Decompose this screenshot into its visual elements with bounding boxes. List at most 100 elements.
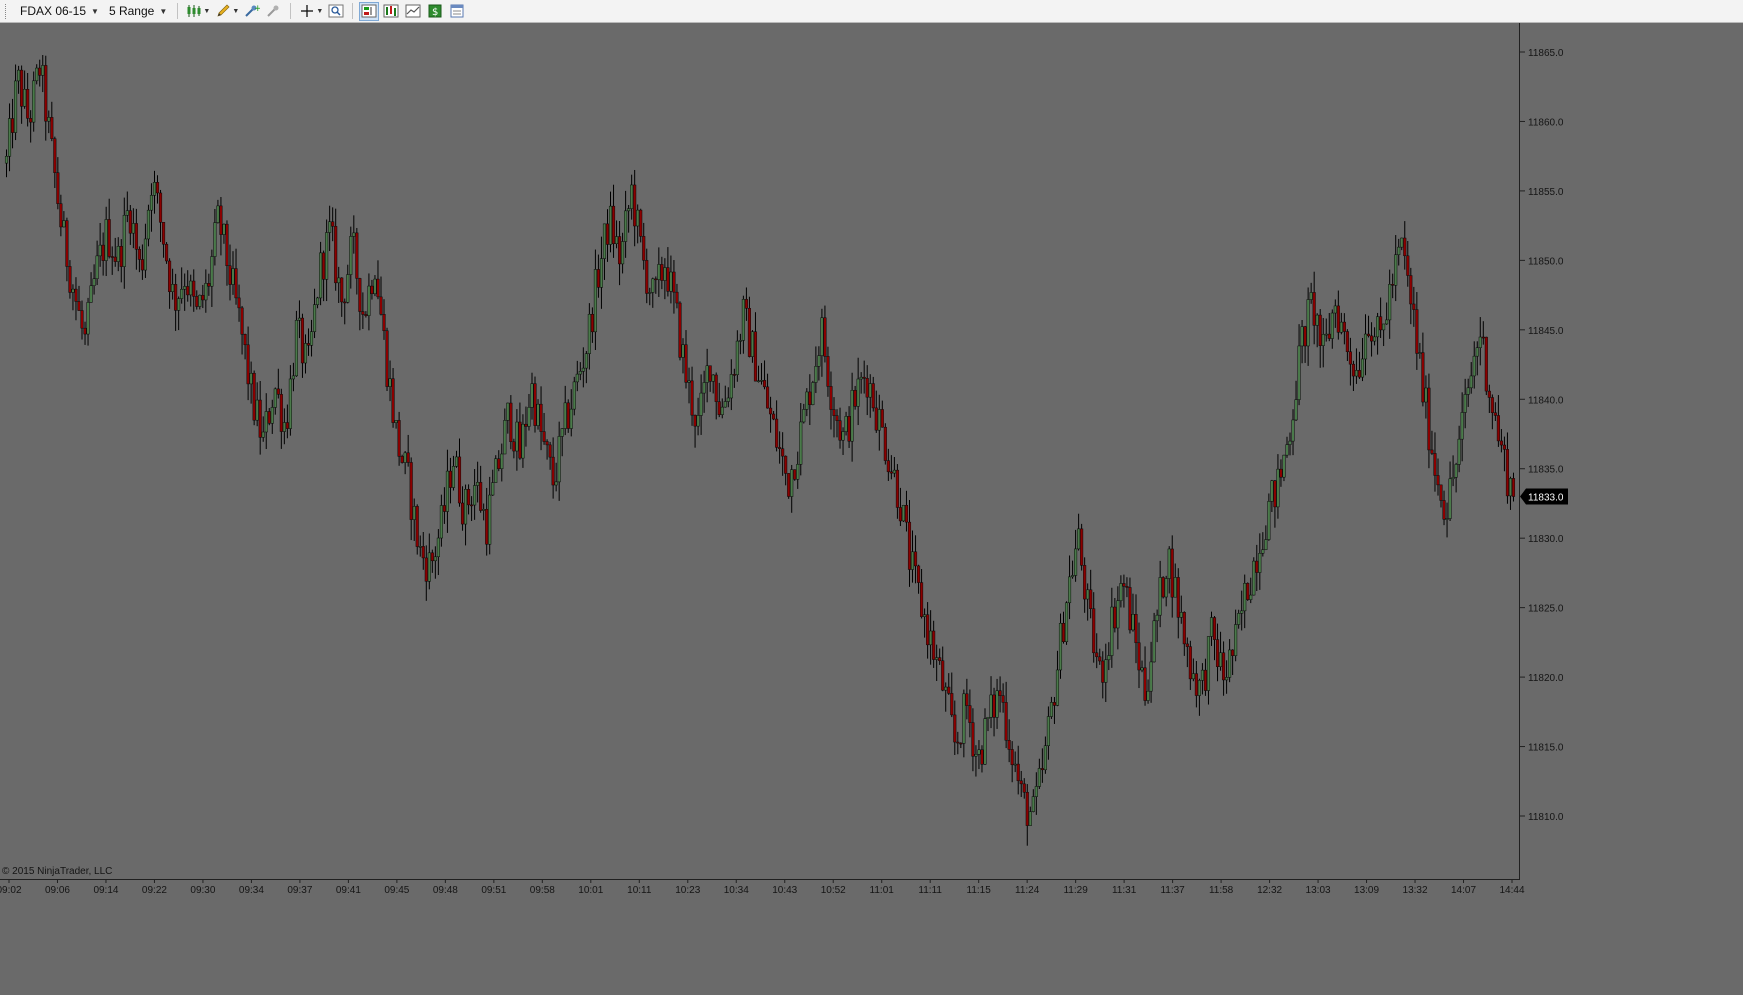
candle-down	[137, 249, 141, 260]
candle-up	[554, 481, 558, 486]
candle-up	[910, 551, 915, 570]
x-tick-label: 09:22	[142, 885, 167, 896]
candle-down	[762, 380, 767, 388]
candle-up	[811, 382, 815, 405]
candle-up	[1400, 237, 1404, 248]
candle-up	[488, 494, 492, 545]
candle-up	[587, 313, 591, 354]
y-tick-label: 11830.0	[1528, 534, 1564, 545]
x-tick-label: 09:34	[239, 885, 264, 896]
candle-up	[1376, 316, 1380, 338]
candle-down	[158, 192, 163, 223]
candle-down	[1215, 639, 1220, 667]
candle-up	[923, 614, 927, 617]
candle-up	[1508, 478, 1513, 497]
candle-down	[1406, 255, 1410, 276]
x-tick-label: 11:24	[1015, 885, 1040, 896]
candle-up	[989, 694, 993, 718]
candle-up	[536, 403, 540, 426]
candle-down	[708, 365, 712, 382]
candle-down	[886, 460, 890, 473]
candle-up	[1261, 549, 1265, 554]
candle-down	[101, 244, 105, 261]
candle-up	[814, 366, 818, 383]
candle-up	[1469, 375, 1473, 389]
candle-down	[512, 441, 516, 452]
candle-up	[699, 392, 703, 416]
candle-up	[844, 416, 848, 432]
candle-down	[228, 265, 232, 285]
x-tick-label: 09:14	[93, 885, 118, 896]
candle-up	[790, 469, 794, 497]
candle-down	[397, 420, 401, 457]
candle-down	[968, 705, 972, 723]
candle-down	[306, 343, 311, 346]
candle-down	[596, 269, 600, 288]
x-tick-label: 09:45	[384, 885, 409, 896]
candle-up	[651, 278, 655, 293]
candle-up	[1237, 613, 1241, 625]
candle-down	[889, 471, 893, 474]
x-tick-label: 10:43	[772, 885, 797, 896]
candle-up	[723, 401, 727, 408]
candle-down	[959, 742, 963, 745]
y-tick-label: 11820.0	[1528, 673, 1564, 684]
candle-down	[518, 421, 522, 459]
candle-down	[1004, 702, 1008, 741]
candle-up	[648, 292, 652, 294]
candle-down	[400, 456, 404, 463]
candle-up	[621, 241, 625, 265]
candle-down	[611, 205, 616, 245]
candle-down	[1098, 656, 1102, 662]
candle-up	[944, 686, 948, 691]
y-tick-label: 11860.0	[1528, 117, 1564, 128]
candle-up	[1043, 745, 1047, 771]
candle-up	[309, 331, 314, 346]
candle-down	[234, 268, 238, 299]
candle-down	[155, 182, 160, 194]
candle-up	[1288, 440, 1292, 445]
candle-up	[1330, 312, 1334, 339]
candle-up	[1460, 412, 1464, 440]
candle-up	[901, 505, 906, 522]
candle-down	[874, 407, 878, 431]
candle-down	[285, 422, 289, 429]
candle-down	[956, 741, 960, 744]
candle-up	[180, 288, 184, 299]
candle-down	[744, 299, 748, 309]
candle-down	[1303, 326, 1307, 347]
candle-up	[892, 469, 896, 474]
candle-down	[358, 278, 362, 312]
candle-down	[907, 521, 912, 570]
candle-up	[198, 294, 202, 307]
candle-down	[880, 409, 884, 428]
candle-down	[279, 394, 283, 432]
candle-down	[965, 693, 969, 706]
candle-up	[1394, 254, 1398, 286]
candle-down	[932, 630, 936, 660]
candle-up	[527, 407, 531, 427]
candle-down	[128, 210, 132, 234]
candle-up	[608, 205, 613, 245]
candle-down	[913, 551, 918, 567]
candle-up	[557, 436, 561, 483]
candle-up	[581, 367, 585, 372]
candle-down	[926, 614, 930, 646]
candle-up	[602, 223, 607, 259]
candle-up	[116, 246, 120, 262]
candle-up	[32, 80, 36, 123]
candle-up	[328, 221, 332, 233]
candle-up	[841, 431, 845, 441]
candle-up	[86, 302, 90, 335]
x-tick-label: 11:01	[870, 885, 895, 896]
candle-down	[953, 714, 957, 743]
candle-down	[1188, 646, 1192, 680]
candle-up	[1360, 358, 1365, 378]
candle-up	[388, 378, 392, 387]
candle-up	[152, 182, 157, 196]
candle-down	[1010, 749, 1014, 766]
candle-down	[1421, 352, 1425, 403]
candle-down	[68, 266, 72, 293]
candle-up	[636, 209, 640, 227]
candle-up	[1324, 333, 1328, 336]
